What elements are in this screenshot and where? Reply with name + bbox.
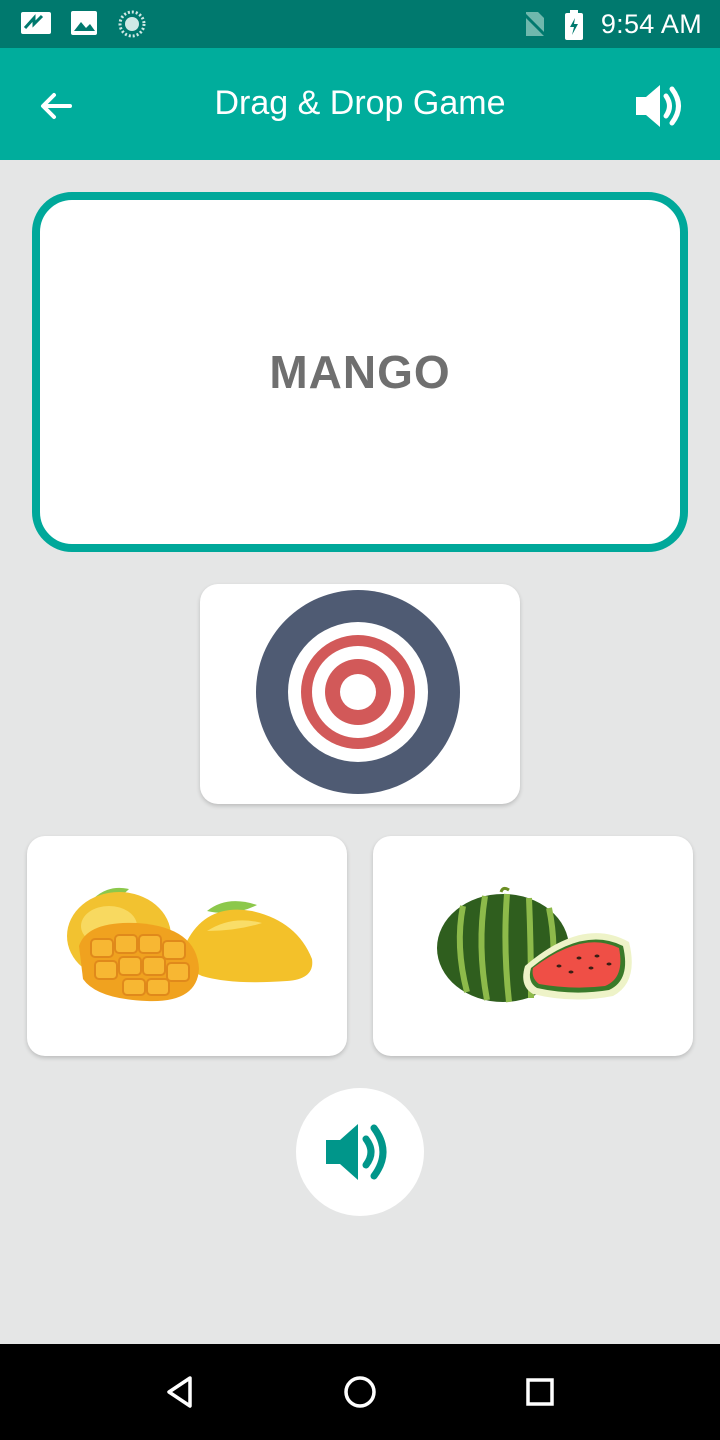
volume-icon (636, 85, 681, 127)
loading-icon (118, 10, 146, 43)
sound-toggle-button[interactable] (630, 76, 690, 136)
page-title: Drag & Drop Game (214, 84, 506, 122)
recents-nav-icon (526, 1378, 554, 1406)
watermelon-image (437, 886, 632, 1003)
system-nav-bar (0, 1344, 720, 1440)
notification-icon (20, 10, 52, 41)
target-word: MANGO (269, 346, 451, 398)
no-sim-icon (520, 10, 548, 43)
nav-recents-button[interactable] (516, 1368, 564, 1416)
mango-image (67, 887, 313, 1002)
back-nav-icon (167, 1376, 192, 1408)
nav-home-button[interactable] (336, 1368, 384, 1416)
option-watermelon-card[interactable] (373, 836, 693, 1056)
image-icon (70, 10, 98, 41)
app-bar: Drag & Drop Game (0, 48, 720, 160)
home-nav-icon (344, 1376, 376, 1408)
target-icon (256, 590, 460, 794)
word-card: MANGO (32, 192, 688, 552)
battery-icon (564, 10, 584, 45)
nav-back-button[interactable] (156, 1368, 204, 1416)
status-time: 9:54 AM (600, 9, 702, 39)
drop-target[interactable] (200, 584, 520, 804)
play-sound-button[interactable] (296, 1088, 424, 1216)
status-bar: 9:54 AM (0, 0, 720, 48)
volume-icon (326, 1124, 387, 1180)
option-mango-card[interactable] (27, 836, 347, 1056)
